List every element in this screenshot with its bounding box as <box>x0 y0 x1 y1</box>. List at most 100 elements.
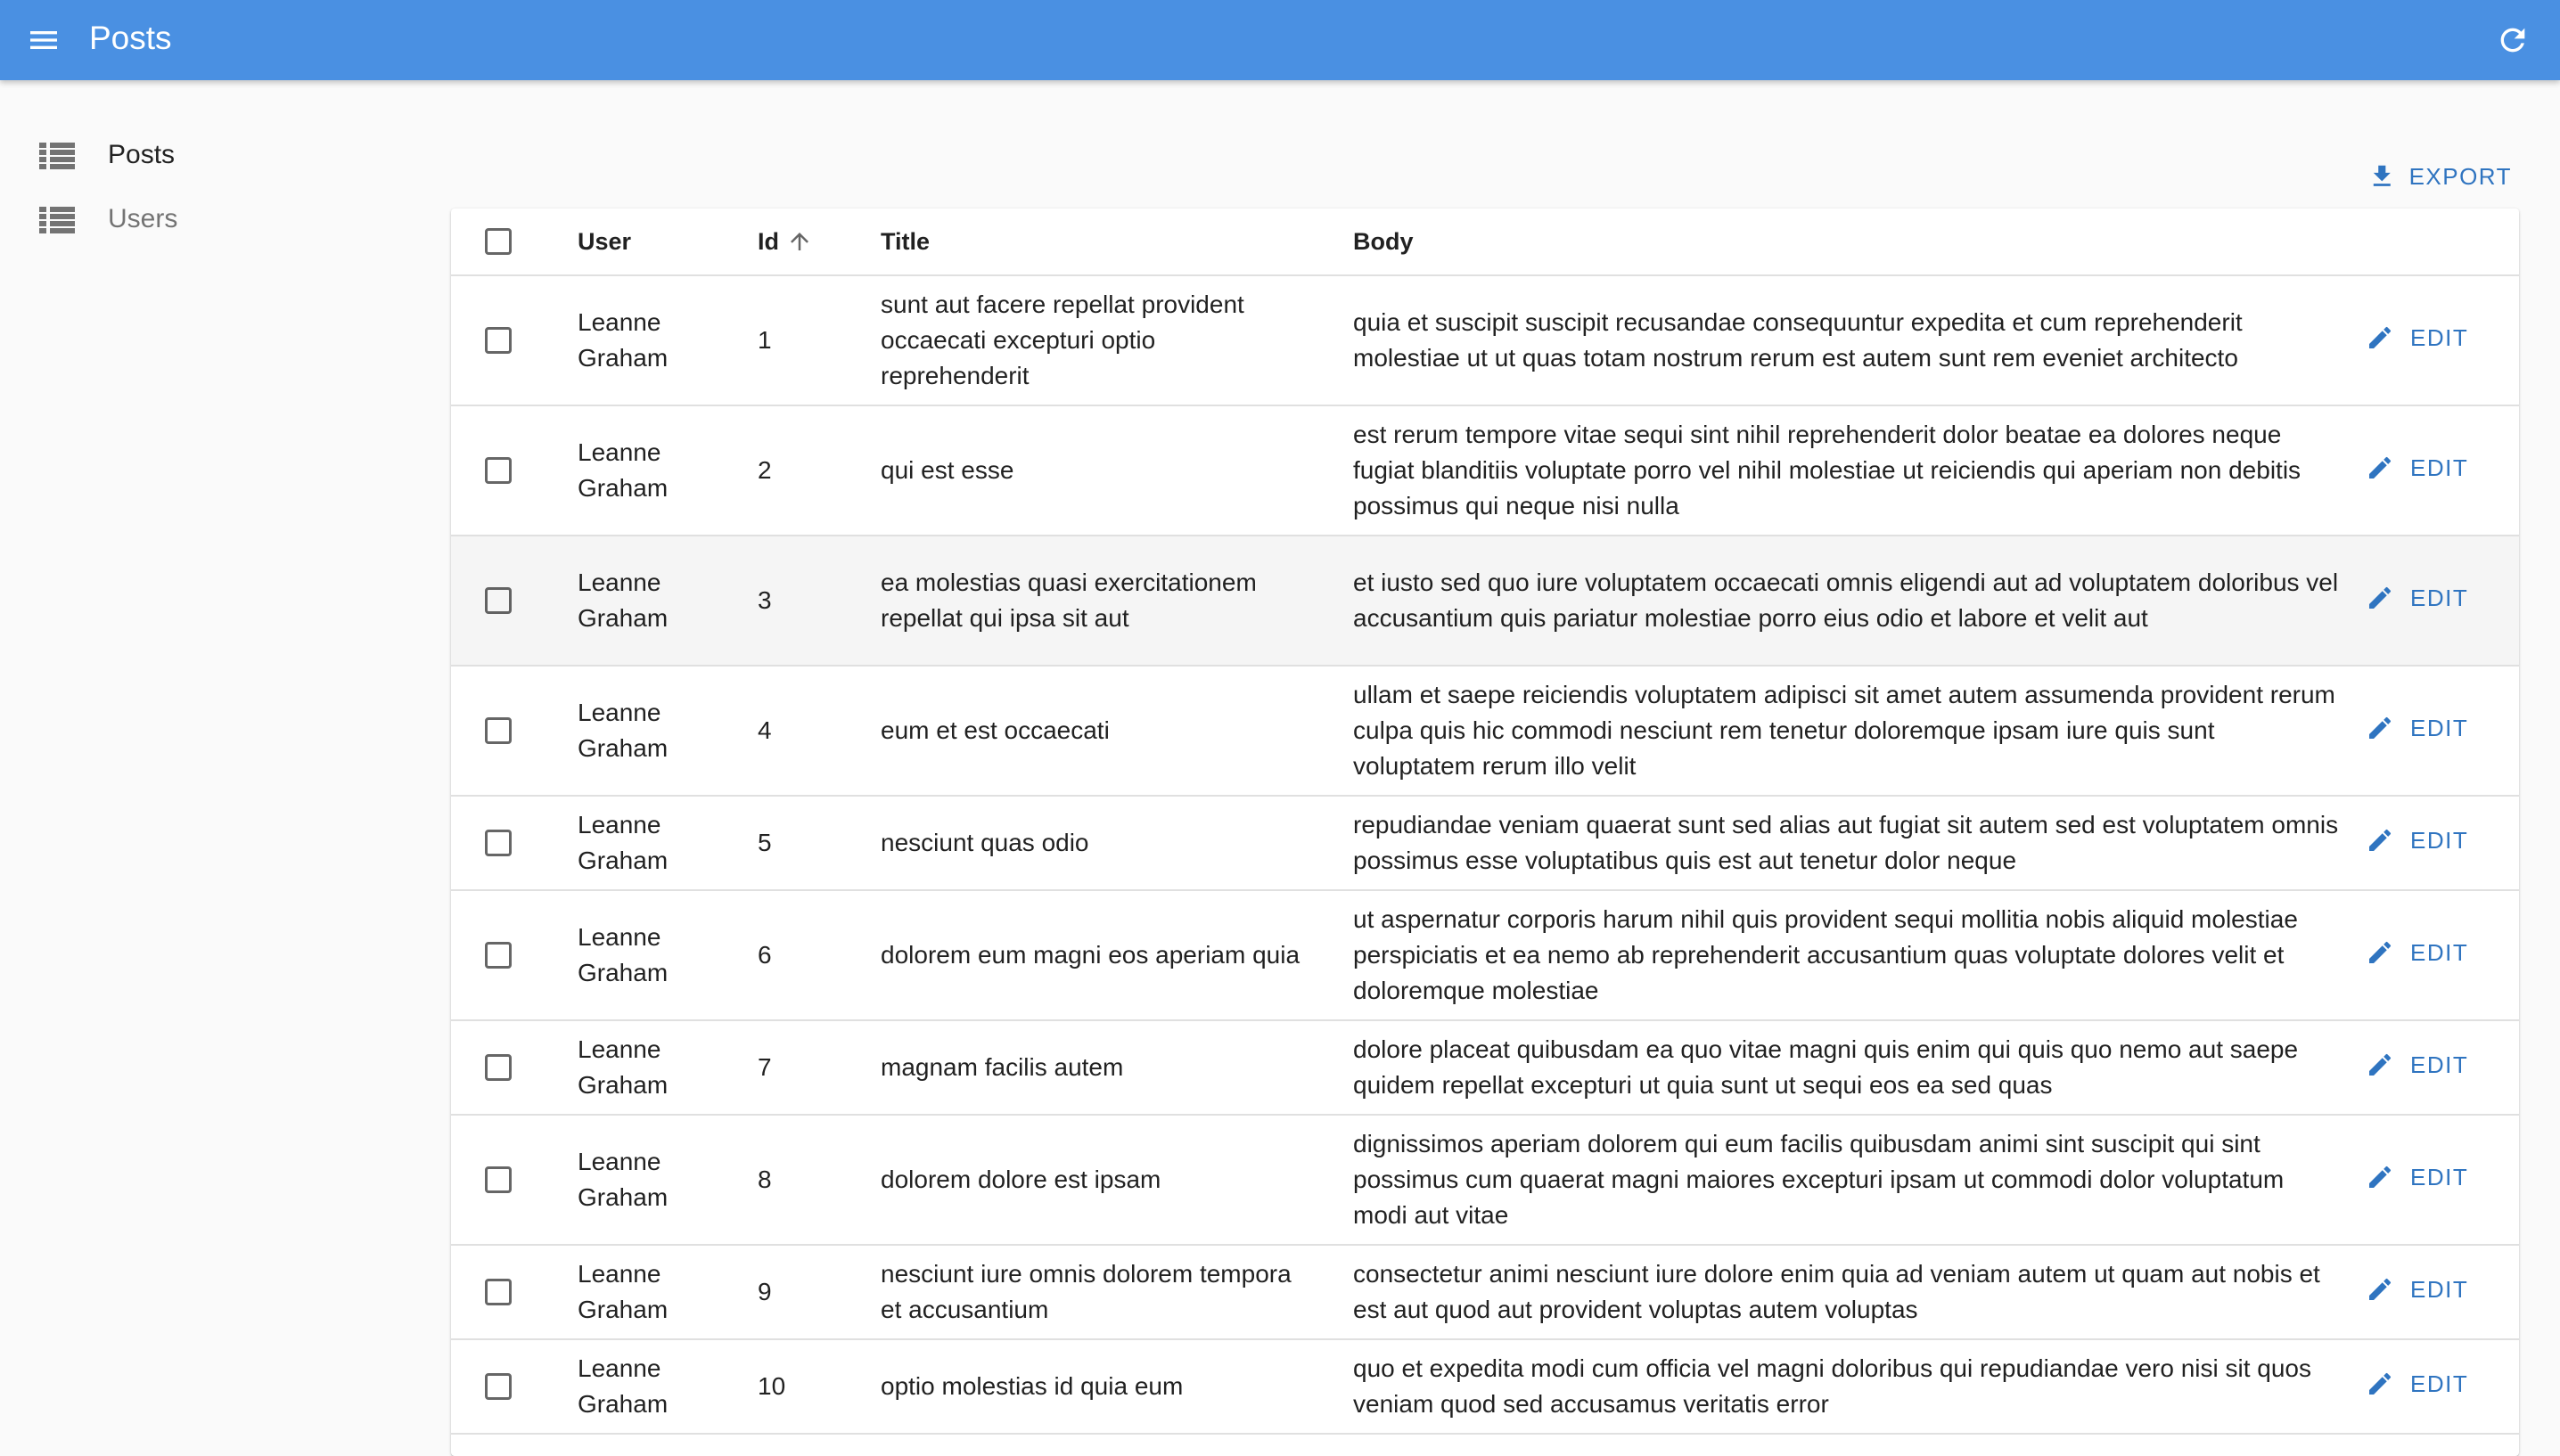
pencil-icon <box>2369 586 2392 609</box>
table-row[interactable]: Leanne Graham 9 nesciunt iure omnis dolo… <box>451 1245 2519 1340</box>
cell-body: ut aspernatur corporis harum nihil quis … <box>1353 890 2366 1021</box>
refresh-icon <box>2500 28 2525 53</box>
edit-button[interactable]: EDIT <box>2366 1159 2468 1195</box>
cell-user[interactable]: Leanne Graham <box>572 275 752 406</box>
cell-body: consectetur animi nesciunt iure dolore e… <box>1353 1245 2366 1340</box>
pencil-icon <box>2369 941 2392 963</box>
cell-user[interactable]: Leanne Graham <box>572 1020 752 1116</box>
edit-button[interactable]: EDIT <box>2366 822 2468 858</box>
cell-id: 2 <box>752 405 877 536</box>
app-bar: Posts <box>0 0 2560 80</box>
row-checkbox[interactable] <box>485 327 512 354</box>
cell-user[interactable]: Leanne Graham <box>572 1115 752 1246</box>
cell-user[interactable]: Leanne Graham <box>572 536 752 667</box>
cell-user[interactable]: Leanne Graham <box>572 890 752 1021</box>
list-icon <box>39 207 75 233</box>
cell-user[interactable]: Leanne Graham <box>572 1339 752 1435</box>
cell-user[interactable]: Leanne Graham <box>572 796 752 891</box>
column-header-user[interactable]: User <box>572 209 752 276</box>
edit-label: EDIT <box>2410 1370 2469 1397</box>
menu-button[interactable] <box>20 16 68 64</box>
table-row[interactable]: Leanne Graham 2 qui est esse est rerum t… <box>451 405 2519 536</box>
row-checkbox[interactable] <box>485 942 512 969</box>
row-checkbox[interactable] <box>485 1054 512 1081</box>
cell-title: qui est esse <box>877 405 1353 536</box>
cell-user[interactable]: Leanne Graham <box>572 405 752 536</box>
cell-id: 4 <box>752 666 877 797</box>
sort-label-id[interactable]: Id <box>758 228 813 256</box>
pencil-icon <box>2369 1372 2392 1395</box>
pencil-icon <box>2369 1278 2392 1300</box>
table-header-row: User Id Title Body <box>451 209 2519 276</box>
row-checkbox[interactable] <box>485 1166 512 1193</box>
edit-button[interactable]: EDIT <box>2366 710 2468 746</box>
refresh-button[interactable] <box>2487 14 2539 66</box>
edit-label: EDIT <box>2410 714 2469 741</box>
sidebar-item-posts[interactable]: Posts <box>9 123 419 187</box>
cell-title: ea molestias quasi exercitationem repell… <box>877 536 1353 667</box>
cell-user[interactable]: Leanne Graham <box>572 666 752 797</box>
pencil-icon <box>2369 716 2392 739</box>
pencil-icon <box>2369 1166 2392 1188</box>
pencil-icon <box>2369 326 2392 348</box>
row-checkbox[interactable] <box>485 830 512 856</box>
cell-body: est rerum tempore vitae sequi sint nihil… <box>1353 405 2366 536</box>
posts-table: User Id Title Body Leanne Graham 1 sunt … <box>451 209 2519 1435</box>
list-icon <box>39 143 75 169</box>
cell-id: 7 <box>752 1020 877 1116</box>
table-row[interactable]: Leanne Graham 3 ea molestias quasi exerc… <box>451 536 2519 667</box>
edit-button[interactable]: EDIT <box>2366 1272 2468 1307</box>
edit-label: EDIT <box>2410 454 2469 481</box>
edit-label: EDIT <box>2410 1163 2469 1190</box>
column-header-actions <box>2366 209 2519 276</box>
table-row[interactable]: Leanne Graham 5 nesciunt quas odio repud… <box>451 796 2519 891</box>
edit-button[interactable]: EDIT <box>2366 1047 2468 1083</box>
table-row[interactable]: Leanne Graham 1 sunt aut facere repellat… <box>451 275 2519 406</box>
edit-button[interactable]: EDIT <box>2366 1366 2468 1402</box>
table-row[interactable]: Leanne Graham 4 eum et est occaecati ull… <box>451 666 2519 797</box>
edit-button[interactable]: EDIT <box>2366 580 2468 616</box>
row-checkbox[interactable] <box>485 717 512 744</box>
select-all-cell <box>451 209 572 276</box>
row-checkbox[interactable] <box>485 1279 512 1305</box>
edit-button[interactable]: EDIT <box>2366 935 2468 970</box>
column-header-id-label: Id <box>758 227 779 255</box>
table-row[interactable]: Leanne Graham 6 dolorem eum magni eos ap… <box>451 890 2519 1021</box>
column-header-id[interactable]: Id <box>752 209 877 276</box>
column-header-body[interactable]: Body <box>1353 209 2366 276</box>
sidebar: Posts Users <box>9 80 428 1397</box>
cell-id: 10 <box>752 1339 877 1435</box>
export-button[interactable]: EXPORT <box>2353 151 2512 201</box>
cell-title: magnam facilis autem <box>877 1020 1353 1116</box>
sidebar-item-label: Users <box>108 204 178 233</box>
edit-button[interactable]: EDIT <box>2366 450 2468 486</box>
row-checkbox[interactable] <box>485 457 512 484</box>
cell-user[interactable]: Leanne Graham <box>572 1245 752 1340</box>
cell-body: ullam et saepe reiciendis voluptatem adi… <box>1353 666 2366 797</box>
edit-label: EDIT <box>2410 584 2469 611</box>
sidebar-item-users[interactable]: Users <box>9 187 419 251</box>
select-all-checkbox[interactable] <box>485 228 512 255</box>
cell-title: nesciunt iure omnis dolorem tempora et a… <box>877 1245 1353 1340</box>
row-checkbox[interactable] <box>485 1373 512 1400</box>
table-row[interactable]: Leanne Graham 7 magnam facilis autem dol… <box>451 1020 2519 1116</box>
pencil-icon <box>2369 456 2392 479</box>
page-title: Posts <box>89 20 172 56</box>
edit-label: EDIT <box>2410 1275 2469 1303</box>
column-header-title[interactable]: Title <box>877 209 1353 276</box>
table-row[interactable]: Leanne Graham 10 optio molestias id quia… <box>451 1339 2519 1435</box>
table-row[interactable]: Leanne Graham 8 dolorem dolore est ipsam… <box>451 1115 2519 1246</box>
edit-label: EDIT <box>2410 1051 2469 1078</box>
cell-title: dolorem dolore est ipsam <box>877 1115 1353 1246</box>
cell-body: quia et suscipit suscipit recusandae con… <box>1353 275 2366 406</box>
export-label: EXPORT <box>2408 162 2512 190</box>
arrow-up-icon <box>791 233 808 250</box>
row-checkbox[interactable] <box>485 587 512 614</box>
cell-title: optio molestias id quia eum <box>877 1339 1353 1435</box>
edit-label: EDIT <box>2410 323 2469 351</box>
cell-id: 8 <box>752 1115 877 1246</box>
cell-body: dignissimos aperiam dolorem qui eum faci… <box>1353 1115 2366 1246</box>
pencil-icon <box>2369 1053 2392 1076</box>
posts-table-card: User Id Title Body Leanne Graham 1 sunt … <box>451 209 2519 1456</box>
edit-button[interactable]: EDIT <box>2366 320 2468 356</box>
